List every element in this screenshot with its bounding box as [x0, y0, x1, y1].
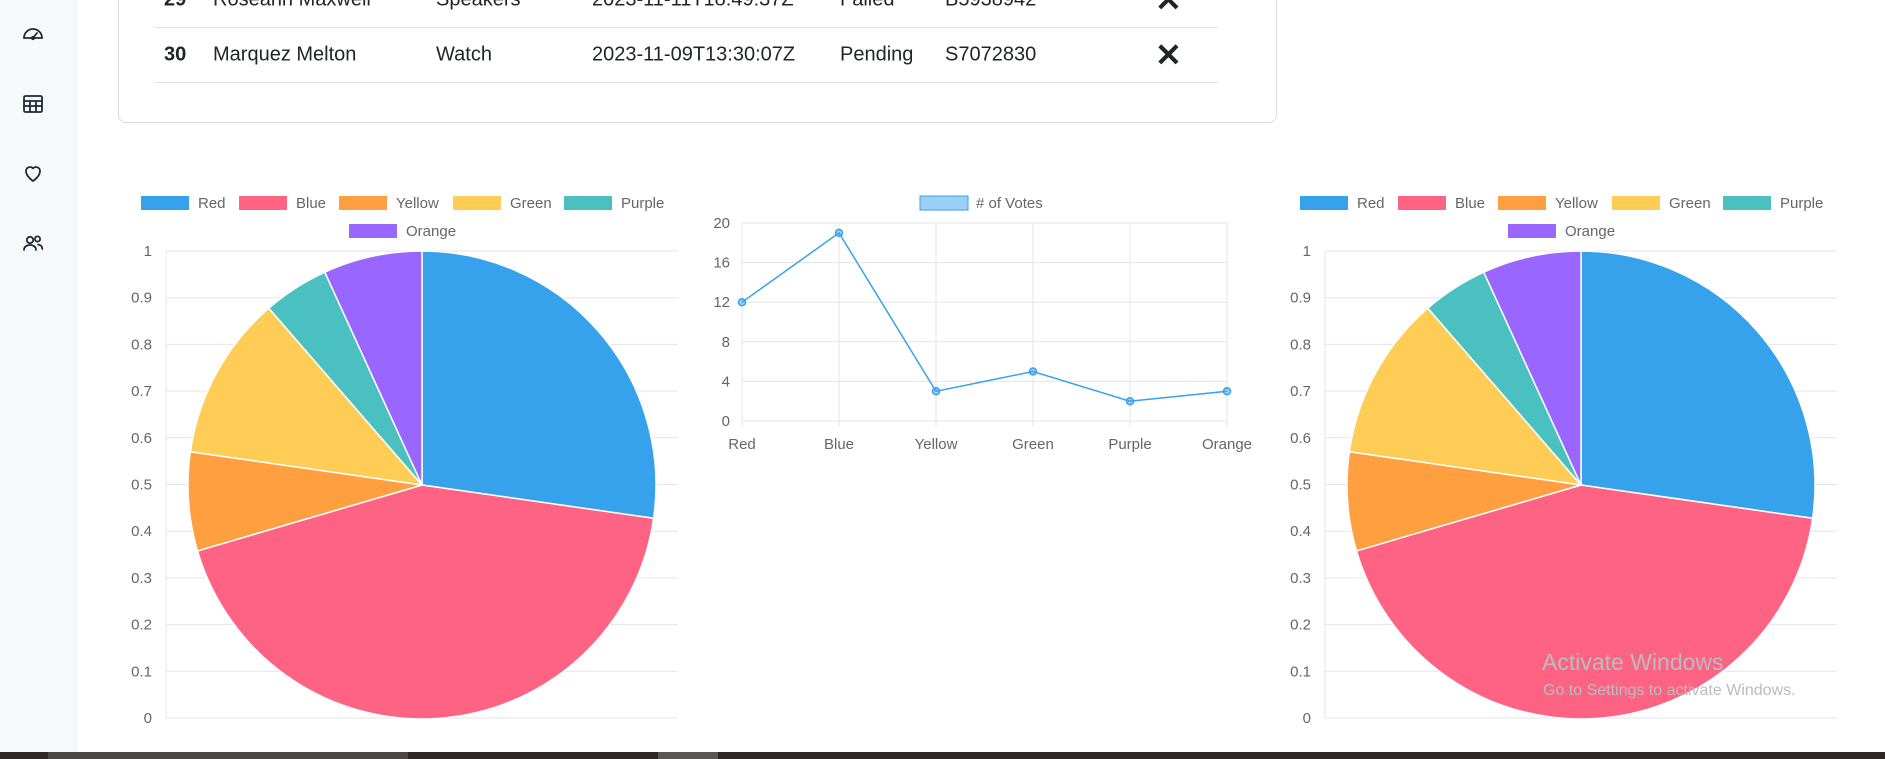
legend-label: Yellow — [1555, 195, 1598, 212]
pie-slice — [1580, 250, 1816, 520]
y-tick-label: 0.6 — [1290, 430, 1311, 447]
legend-label: Orange — [1565, 223, 1615, 240]
taskbar — [0, 752, 1885, 759]
legend-swatch — [1612, 196, 1660, 210]
windows-watermark-title: Activate Windows — [1542, 649, 1724, 675]
y-tick-label: 0.8 — [1290, 336, 1311, 353]
y-tick-label: 1 — [1303, 243, 1311, 260]
legend-swatch — [1723, 196, 1771, 210]
legend-swatch — [1300, 196, 1348, 210]
legend-label: Blue — [1455, 195, 1485, 212]
legend-swatch — [1508, 224, 1556, 238]
legend-label: Green — [1669, 195, 1711, 212]
y-tick-label: 0.5 — [1290, 477, 1311, 494]
legend-swatch — [1498, 196, 1546, 210]
y-tick-label: 0.1 — [1290, 663, 1311, 680]
y-tick-label: 0.2 — [1290, 617, 1311, 634]
windows-watermark-subtitle: Go to Settings to activate Windows. — [1543, 682, 1796, 699]
y-tick-label: 0.4 — [1290, 523, 1311, 540]
taskbar-segment — [658, 752, 718, 759]
pie-chart-right: Red Blue Yellow Green Purple Orange 1 0.9 0.8 0.7… — [1290, 195, 1837, 727]
y-tick-label: 0.9 — [1290, 290, 1311, 307]
legend-swatch — [1398, 196, 1446, 210]
legend-label: Purple — [1780, 195, 1823, 212]
y-tick-label: 0.7 — [1290, 383, 1311, 400]
legend-label: Red — [1357, 195, 1385, 212]
y-tick-label: 0.3 — [1290, 570, 1311, 587]
y-tick-label: 0 — [1303, 710, 1311, 727]
taskbar-segment — [48, 752, 408, 759]
